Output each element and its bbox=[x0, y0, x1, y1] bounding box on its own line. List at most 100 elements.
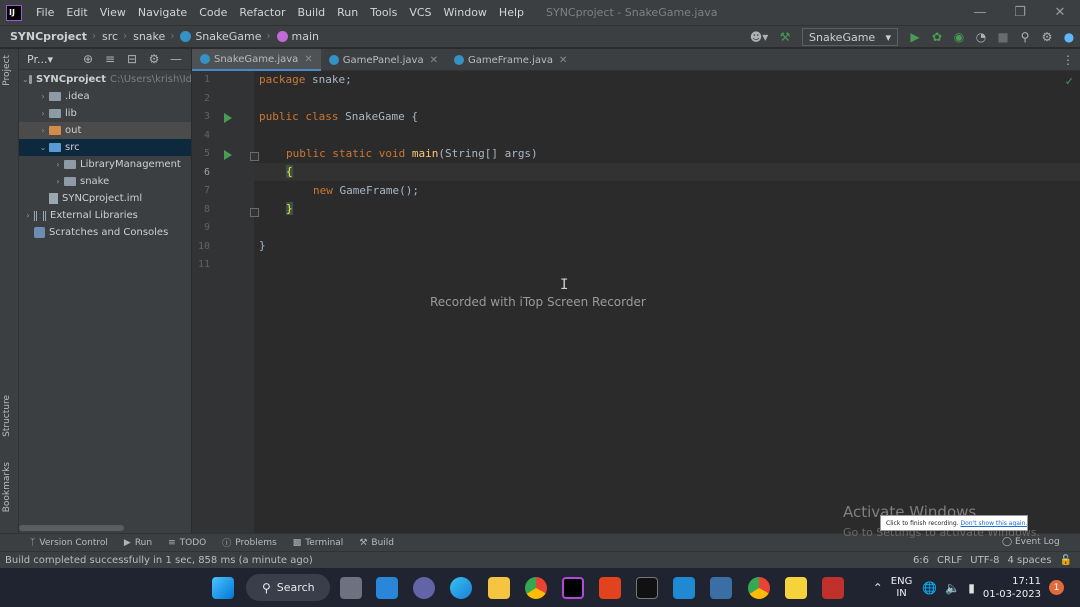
breadcrumb-class[interactable]: SnakeGame bbox=[174, 30, 262, 43]
indent-setting[interactable]: 4 spaces bbox=[1003, 555, 1055, 566]
chevron-up-icon[interactable]: ⌃ bbox=[873, 581, 883, 595]
debug-icon[interactable]: ✿ bbox=[926, 26, 948, 48]
file-encoding[interactable]: UTF-8 bbox=[966, 555, 1003, 566]
vertical-scrollbar[interactable] bbox=[1070, 71, 1080, 533]
tool-build[interactable]: ⚒ Build bbox=[351, 538, 402, 548]
windows-start-icon[interactable] bbox=[212, 577, 234, 599]
status-message[interactable]: Build completed successfully in 1 sec, 8… bbox=[0, 555, 909, 566]
expand-all-icon[interactable]: ≡ bbox=[99, 49, 121, 70]
caret-position[interactable]: 6:6 bbox=[909, 555, 933, 566]
tab-snakegame[interactable]: SnakeGame.java ✕ bbox=[192, 49, 321, 71]
terminal-app-icon[interactable] bbox=[636, 577, 658, 599]
bookmarks-side-tab[interactable]: Bookmarks bbox=[2, 462, 12, 512]
tree-item[interactable]: ⌄ src bbox=[19, 139, 191, 156]
tab-gameframe[interactable]: GameFrame.java ✕ bbox=[446, 49, 575, 71]
stop-icon[interactable]: ■ bbox=[992, 26, 1014, 48]
tool-terminal[interactable]: ▩ Terminal bbox=[285, 538, 352, 548]
tree-item[interactable]: › LibraryManagement bbox=[19, 156, 191, 173]
screen-recorder-icon[interactable] bbox=[822, 577, 844, 599]
search-icon[interactable]: ⚲ bbox=[1014, 26, 1036, 48]
chevron-right-icon[interactable]: › bbox=[52, 160, 64, 169]
tree-item[interactable]: › out bbox=[19, 122, 191, 139]
tree-item[interactable]: › External Libraries bbox=[19, 207, 191, 224]
locate-icon[interactable]: ⊕ bbox=[77, 49, 99, 70]
notification-badge[interactable]: 1 bbox=[1049, 580, 1064, 595]
chevron-right-icon[interactable]: › bbox=[52, 177, 64, 186]
coverage-icon[interactable]: ◉ bbox=[948, 26, 970, 48]
breadcrumb-method[interactable]: main bbox=[271, 30, 319, 43]
code-editor[interactable]: package snake; public class SnakeGame { … bbox=[254, 71, 1080, 533]
minimize-button[interactable]: — bbox=[960, 0, 1000, 25]
volume-icon[interactable]: 🔈 bbox=[945, 581, 960, 595]
intellij-taskbar-icon[interactable] bbox=[562, 577, 584, 599]
breadcrumb-snake[interactable]: snake bbox=[127, 30, 165, 43]
recording-popup[interactable]: Click to finish recording. Don't show th… bbox=[880, 515, 1028, 531]
globe-network-icon[interactable]: 🌐 bbox=[922, 581, 937, 595]
clock[interactable]: 17:11 01-03-2023 bbox=[983, 575, 1041, 601]
close-icon[interactable]: ✕ bbox=[304, 54, 312, 65]
chrome-profile-icon[interactable] bbox=[748, 577, 770, 599]
project-view-select[interactable]: Pr... ▾ bbox=[19, 53, 77, 66]
close-icon[interactable]: ✕ bbox=[430, 55, 438, 66]
restore-button[interactable]: ❐ bbox=[1000, 0, 1040, 25]
tree-item[interactable]: › lib bbox=[19, 105, 191, 122]
menu-run[interactable]: Run bbox=[331, 0, 364, 25]
chrome-icon[interactable] bbox=[525, 577, 547, 599]
menu-vcs[interactable]: VCS bbox=[403, 0, 437, 25]
tree-item[interactable]: › snake bbox=[19, 173, 191, 190]
chevron-down-icon[interactable]: ⌄ bbox=[37, 143, 49, 152]
run-configuration-select[interactable]: SnakeGame ▾ bbox=[802, 28, 898, 46]
chevron-right-icon[interactable]: › bbox=[22, 211, 34, 220]
chevron-right-icon[interactable]: › bbox=[37, 92, 49, 101]
tree-item[interactable]: Scratches and Consoles bbox=[19, 224, 191, 241]
menu-navigate[interactable]: Navigate bbox=[132, 0, 193, 25]
project-side-tab[interactable]: Project bbox=[2, 55, 12, 86]
chevron-down-icon[interactable]: ⌄ bbox=[22, 75, 29, 84]
tool-todo[interactable]: ≡ TODO bbox=[160, 538, 214, 548]
taskbar-search[interactable]: ⚲ Search bbox=[246, 574, 330, 601]
tab-gamepanel[interactable]: GamePanel.java ✕ bbox=[321, 49, 446, 71]
hide-panel-icon[interactable]: — bbox=[165, 49, 187, 70]
menu-tools[interactable]: Tools bbox=[364, 0, 403, 25]
language-indicator[interactable]: ENG IN bbox=[891, 576, 913, 600]
menu-refactor[interactable]: Refactor bbox=[233, 0, 291, 25]
gear-icon[interactable]: ⚙ bbox=[1036, 26, 1058, 48]
tool-run[interactable]: ▶ Run bbox=[116, 538, 160, 548]
menu-file[interactable]: File bbox=[30, 0, 60, 25]
breadcrumb-project[interactable]: SYNCproject bbox=[0, 30, 87, 43]
vscode-icon[interactable] bbox=[673, 577, 695, 599]
breadcrumb-src[interactable]: src bbox=[96, 30, 118, 43]
menu-view[interactable]: View bbox=[94, 0, 132, 25]
close-window-button[interactable]: ✕ bbox=[1040, 0, 1080, 25]
tool-problems[interactable]: ⓘ Problems bbox=[214, 536, 285, 550]
run-icon[interactable]: ▶ bbox=[904, 26, 926, 48]
battery-icon[interactable]: ▮ bbox=[968, 581, 975, 595]
recording-popup-link[interactable]: Don't show this again. bbox=[961, 520, 1028, 527]
menu-code[interactable]: Code bbox=[193, 0, 233, 25]
menu-window[interactable]: Window bbox=[438, 0, 493, 25]
edge-browser-icon[interactable] bbox=[450, 577, 472, 599]
lock-icon[interactable]: 🔓 bbox=[1056, 555, 1080, 566]
task-view-icon[interactable] bbox=[340, 577, 362, 599]
widgets-icon[interactable] bbox=[376, 577, 398, 599]
close-icon[interactable]: ✕ bbox=[559, 55, 567, 66]
run-gutter-icon[interactable] bbox=[224, 150, 232, 160]
chevron-right-icon[interactable]: › bbox=[37, 109, 49, 118]
line-separator[interactable]: CRLF bbox=[933, 555, 966, 566]
user-icon[interactable]: ☻▾ bbox=[744, 26, 774, 48]
menu-edit[interactable]: Edit bbox=[60, 0, 93, 25]
menu-build[interactable]: Build bbox=[292, 0, 332, 25]
more-tabs-icon[interactable]: ⋮ bbox=[1062, 53, 1074, 67]
tree-item[interactable]: ⌄ SYNCproject C:\Users\krish\Id bbox=[19, 71, 191, 88]
teams-chat-icon[interactable] bbox=[413, 577, 435, 599]
sticky-app-icon[interactable] bbox=[785, 577, 807, 599]
plugin-icon[interactable]: ● bbox=[1058, 26, 1080, 48]
menu-help[interactable]: Help bbox=[493, 0, 530, 25]
file-explorer-icon[interactable] bbox=[488, 577, 510, 599]
gear-icon[interactable]: ⚙ bbox=[143, 49, 165, 70]
tree-item[interactable]: SYNCproject.iml bbox=[19, 190, 191, 207]
structure-side-tab[interactable]: Structure bbox=[2, 395, 12, 437]
build-hammer-icon[interactable]: ⚒ bbox=[774, 26, 796, 48]
tree-item[interactable]: › .idea bbox=[19, 88, 191, 105]
tool-version-control[interactable]: ᛉ Version Control bbox=[0, 538, 116, 548]
